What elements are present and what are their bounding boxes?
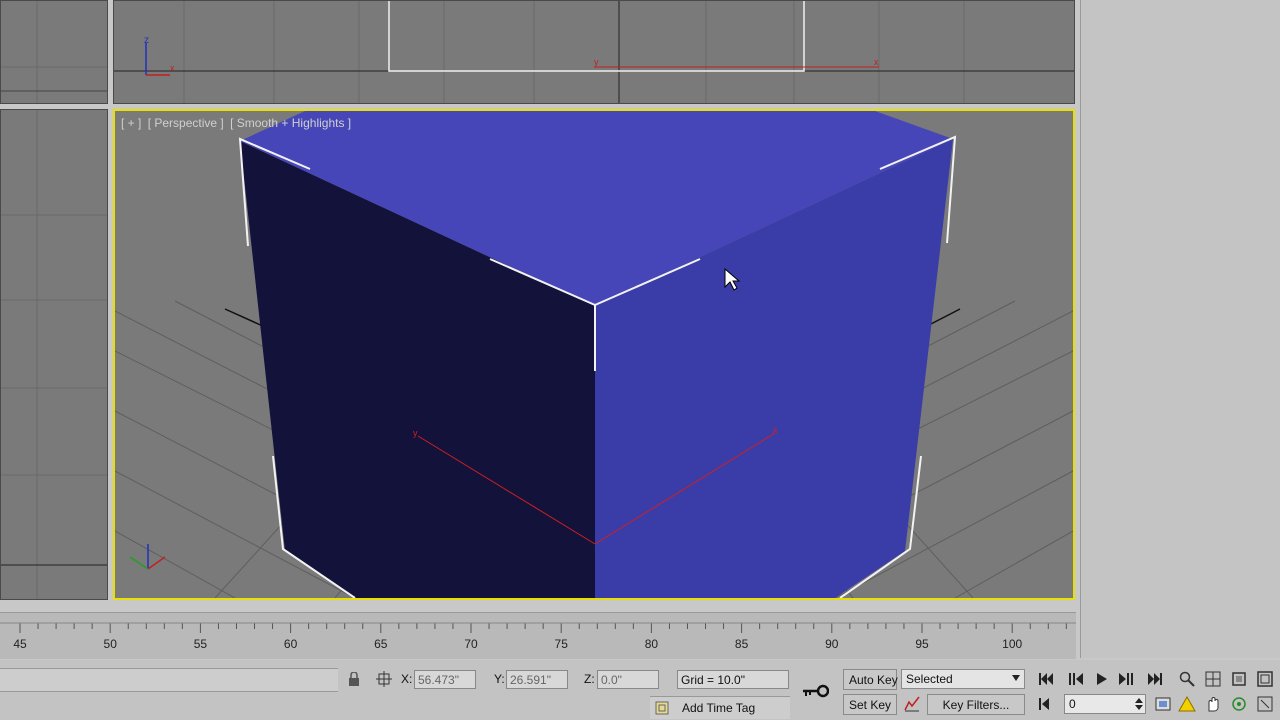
gizmo-x-label: x	[773, 425, 778, 435]
x-coord-field[interactable]: 56.473"	[414, 670, 476, 689]
gizmo-x-label: x	[874, 57, 879, 67]
track-tick-label: 90	[825, 637, 839, 651]
field-of-view-icon[interactable]	[1177, 694, 1197, 714]
zoom-extents-icon[interactable]	[1229, 669, 1249, 689]
track-tick-label: 60	[284, 637, 298, 651]
viewport-perspective[interactable]: y x [ + ] [ Perspective ] [ Smooth + Hig…	[113, 109, 1075, 600]
play-icon[interactable]	[1092, 669, 1112, 689]
axis-x-label: x	[170, 63, 175, 73]
viewport-left-top[interactable]	[0, 0, 108, 104]
status-bar: X: 56.473" Y: 26.591" Z: 0.0" Grid = 10.…	[0, 660, 1280, 720]
track-tick-label: 85	[735, 637, 749, 651]
set-key-button[interactable]: Set Key	[843, 694, 897, 715]
lock-icon[interactable]	[344, 669, 364, 689]
key-mode-dropdown-value: Selected	[906, 672, 953, 686]
track-bar-ruler: 45 50 55 60 65 70 75 80 85 90 95 100	[0, 622, 1076, 651]
viewport-plus-menu[interactable]: [ + ]	[121, 116, 141, 130]
zoom-all-icon[interactable]	[1203, 669, 1223, 689]
axis-tripod-top	[145, 43, 170, 76]
maximize-viewport-icon[interactable]	[1255, 669, 1275, 689]
z-coord-label: Z:	[584, 672, 595, 686]
track-tick-label: 80	[645, 637, 659, 651]
viewport-top-canvas: z x y x	[114, 1, 1074, 103]
track-tick-label: 50	[104, 637, 118, 651]
track-bar[interactable]: 45 50 55 60 65 70 75 80 85 90 95 100	[0, 612, 1076, 659]
z-coord-field[interactable]: 0.0"	[597, 670, 659, 689]
pan-icon[interactable]	[1203, 694, 1223, 714]
viewport-left[interactable]	[0, 109, 108, 600]
viewport-shading-menu[interactable]: [ Smooth + Highlights ]	[230, 116, 351, 130]
time-tag-icon[interactable]	[652, 698, 672, 718]
perspective-scene: y x	[115, 111, 1073, 598]
viewport-left-top-grid	[1, 1, 107, 103]
viewport-top[interactable]: z x y x	[113, 0, 1075, 104]
key-icon[interactable]	[800, 676, 830, 706]
x-coord-label: X:	[401, 672, 413, 686]
goto-end-icon[interactable]	[1145, 669, 1165, 689]
key-filters-button[interactable]: Key Filters...	[927, 694, 1025, 715]
orbit-icon[interactable]	[1229, 694, 1249, 714]
gizmo-y-label: y	[594, 57, 599, 67]
command-panel[interactable]	[1080, 0, 1280, 658]
auto-key-button[interactable]: Auto Key	[843, 669, 898, 690]
add-time-tag-button[interactable]: Add Time Tag	[682, 701, 755, 715]
time-config-icon[interactable]	[1153, 694, 1173, 714]
goto-start-icon[interactable]	[1036, 669, 1056, 689]
transform-mode-icon[interactable]	[374, 669, 394, 689]
y-coord-field[interactable]: 26.591"	[506, 670, 568, 689]
track-tick-label: 45	[13, 637, 27, 651]
viewport-view-menu[interactable]: [ Perspective ]	[148, 116, 224, 130]
next-frame-icon[interactable]	[1116, 669, 1136, 689]
gizmo-y-label: y	[413, 428, 418, 438]
key-mode-dropdown[interactable]: Selected	[901, 669, 1025, 689]
track-tick-label: 55	[194, 637, 208, 651]
spinner-arrows-icon[interactable]	[1135, 697, 1143, 711]
track-tick-label: 100	[1002, 637, 1022, 651]
track-tick-label: 75	[555, 637, 569, 651]
chevron-down-icon	[1012, 675, 1020, 681]
current-frame-value: 0	[1069, 697, 1076, 711]
track-tick-label: 95	[915, 637, 929, 651]
prompt-line	[0, 668, 338, 692]
y-coord-label: Y:	[494, 672, 505, 686]
min-max-toggle-icon[interactable]	[1255, 694, 1275, 714]
current-frame-spinner[interactable]: 0	[1064, 694, 1146, 714]
key-mode-icon[interactable]	[1036, 694, 1056, 714]
curve-editor-icon[interactable]	[902, 694, 922, 714]
axis-z-label: z	[144, 35, 149, 46]
track-tick-label: 65	[374, 637, 388, 651]
viewport-label[interactable]: [ + ] [ Perspective ] [ Smooth + Highlig…	[121, 116, 354, 130]
previous-frame-icon[interactable]	[1066, 669, 1086, 689]
zoom-icon[interactable]	[1177, 669, 1197, 689]
viewport-left-grid	[1, 110, 107, 599]
grid-spacing-display: Grid = 10.0"	[677, 670, 789, 689]
track-tick-label: 70	[464, 637, 478, 651]
